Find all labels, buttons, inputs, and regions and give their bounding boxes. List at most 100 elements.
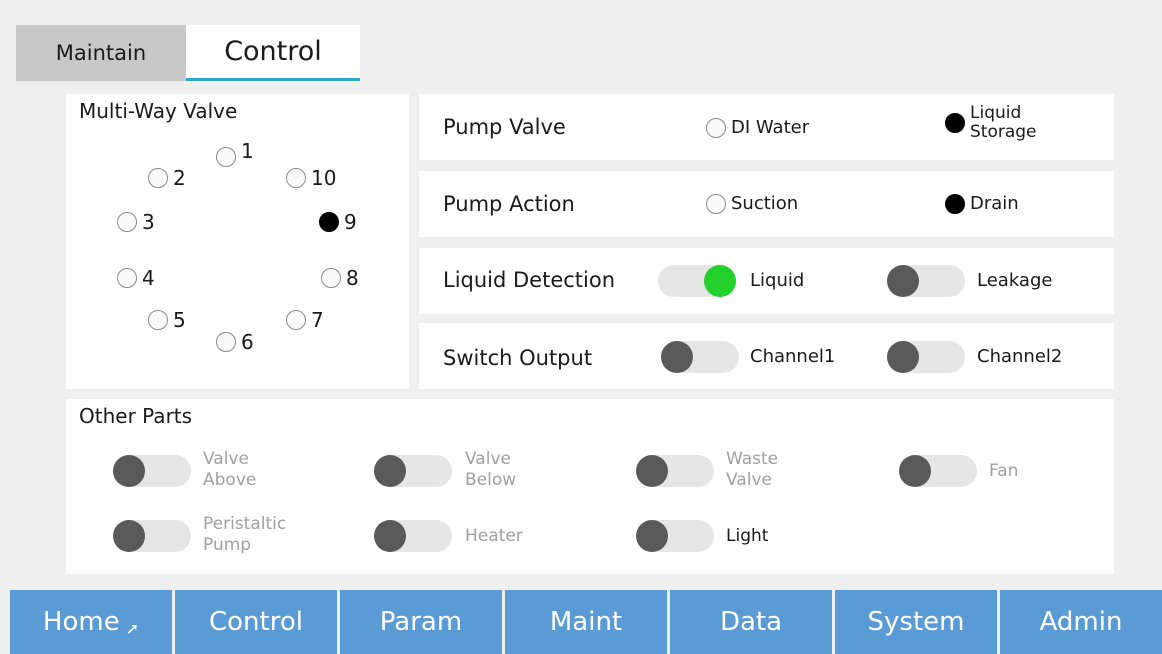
nav-home-label: Home: [42, 607, 120, 637]
liquid-detection-label: Liquid Detection: [443, 268, 616, 292]
radio-icon: [117, 212, 137, 232]
radio-icon: [117, 268, 137, 288]
toggle-knob: [887, 265, 919, 297]
nav-control[interactable]: Control: [175, 590, 337, 654]
valve-above-toggle[interactable]: [113, 455, 191, 487]
pump-action-drain-radio[interactable]: Drain: [945, 193, 1019, 214]
channel1-toggle-label: Channel1: [750, 346, 836, 367]
valve-radio-label: 3: [142, 210, 155, 234]
radio-icon: [216, 147, 236, 167]
multi-way-valve-title: Multi-Way Valve: [79, 99, 238, 123]
radio-icon: [706, 193, 726, 214]
valve-radio-label: 5: [173, 308, 186, 332]
radio-icon: [319, 212, 339, 232]
fan-toggle[interactable]: [899, 455, 977, 487]
pump-action-suction-radio[interactable]: Suction: [706, 193, 798, 214]
valve-radio-10[interactable]: 10: [286, 166, 336, 190]
radio-label: Suction: [731, 193, 799, 214]
label-line: Valve: [465, 449, 511, 469]
light-toggle[interactable]: [636, 520, 714, 552]
leakage-toggle-label: Leakage: [977, 270, 1053, 291]
valve-radio-3[interactable]: 3: [117, 210, 155, 234]
valve-radio-6[interactable]: 6: [216, 330, 254, 354]
valve-radio-5[interactable]: 5: [148, 308, 186, 332]
valve-radio-label: 6: [241, 330, 254, 354]
valve-radio-label: 9: [344, 210, 357, 234]
radio-icon: [286, 168, 306, 188]
nav-maint[interactable]: Maint: [505, 590, 667, 654]
other-parts-title: Other Parts: [79, 404, 193, 428]
label-line: Valve: [726, 470, 772, 490]
tab-maintain[interactable]: Maintain: [16, 25, 186, 81]
valve-below-toggle[interactable]: [374, 455, 452, 487]
bottom-nav: Home ➚ Control Param Maint Data System A…: [10, 590, 1162, 654]
radio-icon: [148, 168, 168, 188]
waste-valve-label: Waste Valve: [726, 449, 778, 491]
light-label: Light: [726, 526, 769, 546]
radio-icon: [216, 332, 236, 352]
toggle-knob: [636, 520, 668, 552]
valve-above-label: Valve Above: [203, 449, 256, 491]
channel2-toggle[interactable]: [887, 341, 965, 373]
label-line: Waste: [726, 449, 779, 469]
radio-icon: [286, 310, 306, 330]
valve-radio-4[interactable]: 4: [117, 266, 155, 290]
radio-label: Drain: [970, 193, 1019, 214]
peristaltic-pump-label: Peristaltic Pump: [203, 514, 286, 556]
toggle-knob: [113, 520, 145, 552]
label-line: Pump: [203, 535, 252, 555]
tab-control[interactable]: Control: [186, 25, 360, 81]
toggle-knob: [374, 520, 406, 552]
toggle-knob: [636, 455, 668, 487]
radio-label: DI Water: [731, 117, 810, 138]
fan-label: Fan: [989, 461, 1019, 481]
valve-radio-9[interactable]: 9: [319, 210, 357, 234]
radio-icon: [148, 310, 168, 330]
waste-valve-toggle[interactable]: [636, 455, 714, 487]
valve-radio-label: 4: [142, 266, 155, 290]
pump-valve-di-water-radio[interactable]: DI Water: [706, 117, 809, 138]
liquid-toggle[interactable]: [658, 265, 736, 297]
valve-radio-2[interactable]: 2: [148, 166, 186, 190]
toggle-knob: [374, 455, 406, 487]
toggle-knob: [704, 265, 736, 297]
pump-valve-liquid-storage-radio[interactable]: Liquid Storage: [945, 104, 1037, 142]
toggle-knob: [899, 455, 931, 487]
label-line: Peristaltic: [203, 514, 287, 534]
nav-home[interactable]: Home ➚: [10, 590, 172, 654]
channel1-toggle[interactable]: [661, 341, 739, 373]
valve-below-label: Valve Below: [465, 449, 516, 491]
liquid-toggle-label: Liquid: [750, 270, 805, 291]
valve-radio-label: 1: [241, 139, 254, 163]
leakage-toggle[interactable]: [887, 265, 965, 297]
label-line: Above: [203, 470, 257, 490]
valve-radio-label: 7: [311, 308, 324, 332]
nav-admin[interactable]: Admin: [1000, 590, 1162, 654]
label-line: Below: [465, 470, 517, 490]
peristaltic-pump-toggle[interactable]: [113, 520, 191, 552]
radio-icon: [706, 117, 726, 138]
switch-output-label: Switch Output: [443, 346, 593, 370]
valve-radio-label: 2: [173, 166, 186, 190]
nav-data[interactable]: Data: [670, 590, 832, 654]
pump-valve-label: Pump Valve: [443, 115, 566, 139]
mouse-pointer-icon: ➚: [125, 618, 140, 638]
radio-icon: [321, 268, 341, 288]
valve-radio-7[interactable]: 7: [286, 308, 324, 332]
radio-icon: [945, 113, 965, 133]
pump-action-label: Pump Action: [443, 192, 575, 216]
toggle-knob: [661, 341, 693, 373]
label-line: Valve: [203, 449, 249, 469]
valve-radio-1[interactable]: 1: [216, 139, 254, 169]
heater-label: Heater: [465, 526, 523, 546]
toggle-knob: [113, 455, 145, 487]
nav-param[interactable]: Param: [340, 590, 502, 654]
valve-radio-label: 8: [346, 266, 359, 290]
radio-icon: [945, 193, 965, 214]
channel2-toggle-label: Channel2: [977, 346, 1063, 367]
heater-toggle[interactable]: [374, 520, 452, 552]
valve-radio-8[interactable]: 8: [321, 266, 359, 290]
radio-label-line: Liquid: [970, 103, 1022, 123]
nav-system[interactable]: System: [835, 590, 997, 654]
toggle-knob: [887, 341, 919, 373]
